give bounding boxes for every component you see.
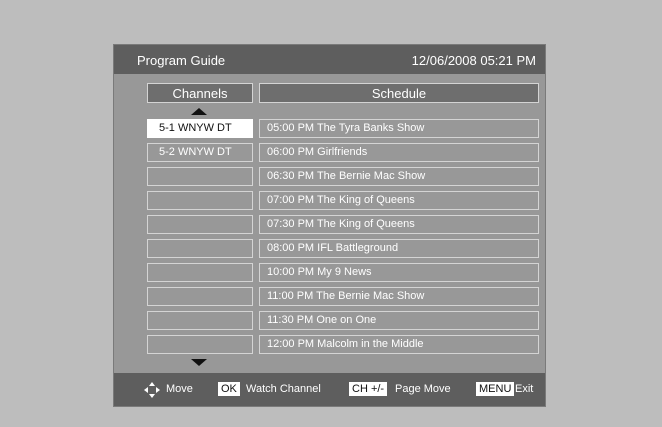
channel-row[interactable] [147, 215, 253, 234]
schedule-header: Schedule [259, 83, 539, 103]
channel-row[interactable]: 5-2 WNYW DT [147, 143, 253, 162]
scroll-up-icon[interactable] [191, 108, 207, 115]
channel-row[interactable] [147, 335, 253, 354]
ok-key[interactable]: OK [218, 382, 240, 396]
schedule-row[interactable]: 07:30 PM The King of Queens [259, 215, 539, 234]
channel-row[interactable] [147, 167, 253, 186]
schedule-row[interactable]: 06:00 PM Girlfriends [259, 143, 539, 162]
channel-row[interactable] [147, 311, 253, 330]
channel-row[interactable]: 5-1 WNYW DT [147, 119, 253, 138]
channel-row[interactable] [147, 191, 253, 210]
watch-channel-label: Watch Channel [246, 383, 321, 395]
footer-bar: Move OK Watch Channel CH +/- Page Move M… [114, 373, 545, 406]
channel-row[interactable] [147, 263, 253, 282]
channel-row[interactable] [147, 287, 253, 306]
schedule-row[interactable]: 10:00 PM My 9 News [259, 263, 539, 282]
scroll-down-icon[interactable] [191, 359, 207, 366]
schedule-row[interactable]: 12:00 PM Malcolm in the Middle [259, 335, 539, 354]
schedule-row[interactable]: 06:30 PM The Bernie Mac Show [259, 167, 539, 186]
exit-label: Exit [515, 383, 534, 395]
move-label: Move [166, 383, 193, 395]
channels-header: Channels [147, 83, 253, 103]
schedule-row[interactable]: 05:00 PM The Tyra Banks Show [259, 119, 539, 138]
schedule-row[interactable]: 11:00 PM The Bernie Mac Show [259, 287, 539, 306]
program-guide-panel: Program Guide 12/06/2008 05:21 PM Channe… [113, 44, 546, 407]
channel-row[interactable] [147, 239, 253, 258]
page-move-label: Page Move [395, 383, 451, 395]
move-icon [144, 382, 160, 401]
schedule-row[interactable]: 07:00 PM The King of Queens [259, 191, 539, 210]
ch-key[interactable]: CH +/- [349, 382, 388, 396]
page-title: Program Guide [137, 53, 226, 68]
schedule-row[interactable]: 08:00 PM IFL Battleground [259, 239, 539, 258]
schedule-row[interactable]: 11:30 PM One on One [259, 311, 539, 330]
date-time: 12/06/2008 05:21 PM [411, 53, 536, 68]
title-bar: Program Guide 12/06/2008 05:21 PM [114, 45, 545, 74]
menu-key[interactable]: MENU [476, 382, 515, 396]
